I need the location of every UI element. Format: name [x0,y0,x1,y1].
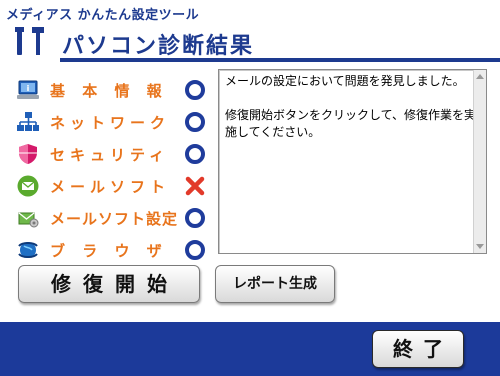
diag-row-basic-info: i 基 本 情 報 [16,74,210,106]
status-ok-icon [185,208,205,228]
diag-label: セキュリティ [50,146,170,164]
message-scrollbar[interactable] [473,70,486,253]
status-ok-icon [185,144,205,164]
generate-report-button[interactable]: レポート生成 [215,265,335,303]
diag-label: メールソフト [50,178,171,196]
status-error-icon [185,176,205,196]
diagnostics-list: i 基 本 情 報 ネットワーク セキュリティ メールソフト メールソフト設定 … [16,74,210,266]
exit-button[interactable]: 終了 [372,330,464,368]
status-ok-icon [185,112,205,132]
status-ok-icon [185,240,205,260]
header-divider [60,58,500,62]
diag-row-browser: ブ ラ ウ ザ [16,234,210,266]
scroll-down-arrow-icon[interactable] [476,244,484,249]
repair-start-button[interactable]: 修復開始 [18,265,200,303]
info-icon: i [17,80,39,99]
diag-row-mail-software: メールソフト [16,170,210,202]
diag-row-security: セキュリティ [16,138,210,170]
diag-row-network: ネットワーク [16,106,210,138]
diag-label: 基 本 情 報 [50,82,168,100]
scroll-up-arrow-icon[interactable] [476,74,484,79]
browser-icon [18,242,38,258]
security-shield-icon [19,144,37,164]
mail-icon [17,175,39,197]
diag-row-mail-settings: メールソフト設定 [16,202,210,234]
diag-label: メールソフト設定 [50,210,179,228]
message-box[interactable]: メールの設定において問題を発見しました。 修復開始ボタンをクリックして、修復作業… [218,69,487,254]
message-line: メールの設定において問題を発見しました。 [225,74,465,88]
status-ok-icon [185,80,205,100]
diag-label: ネットワーク [50,114,171,132]
network-icon [17,112,39,131]
page-title: パソコン診断結果 [62,34,255,59]
app-title: メディアス かんたん設定ツール [6,8,200,23]
svg-text:i: i [27,84,30,93]
message-line: 修復開始ボタンをクリックして、修復作業を実施してください。 [225,108,477,139]
tools-icon [15,27,44,55]
diag-label: ブ ラ ウ ザ [50,242,168,260]
mail-settings-icon [18,212,39,228]
header: パソコン診断結果 [0,22,500,64]
